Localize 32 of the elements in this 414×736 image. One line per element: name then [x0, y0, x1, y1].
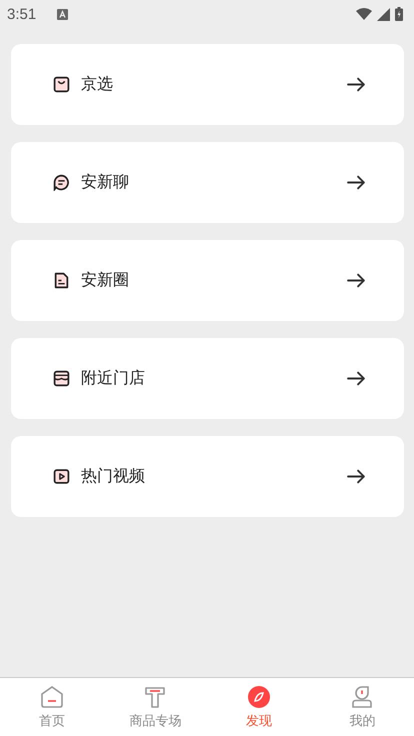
menu-card[interactable]: 附近门店 — [11, 338, 404, 419]
tab-item[interactable]: 商品专场 — [104, 678, 207, 736]
chat-icon — [53, 174, 70, 191]
menu-card[interactable]: 热门视频 — [11, 436, 404, 517]
play-icon — [53, 468, 70, 485]
status-time: 3:51 — [7, 6, 36, 22]
menu-label: 安新圈 — [81, 270, 129, 291]
menu-label: 热门视频 — [81, 466, 145, 487]
menu-card[interactable]: 京选 — [11, 44, 404, 125]
compass-icon — [246, 684, 271, 708]
menu-label: 京选 — [81, 74, 113, 95]
signal-icon — [377, 8, 390, 20]
home-icon — [40, 684, 64, 708]
menu-label: 安新聊 — [81, 172, 129, 193]
signpost-icon — [143, 684, 168, 708]
wifi-icon — [356, 8, 372, 20]
arrow-right-icon — [347, 469, 366, 484]
battery-icon — [395, 7, 403, 21]
menu-label: 附近门店 — [81, 368, 145, 389]
tab-item[interactable]: 我的 — [310, 678, 414, 736]
store-icon — [53, 370, 70, 387]
menu-card[interactable]: 安新聊 — [11, 142, 404, 223]
keyboard-icon — [57, 8, 68, 20]
tab-item[interactable]: 首页 — [0, 678, 104, 736]
arrow-right-icon — [347, 273, 366, 288]
arrow-right-icon — [347, 77, 366, 92]
arrow-right-icon — [347, 371, 366, 386]
user-icon — [350, 684, 374, 708]
bag-icon — [53, 76, 70, 93]
arrow-right-icon — [347, 175, 366, 190]
document-icon — [53, 272, 70, 289]
menu-card[interactable]: 安新圈 — [11, 240, 404, 321]
